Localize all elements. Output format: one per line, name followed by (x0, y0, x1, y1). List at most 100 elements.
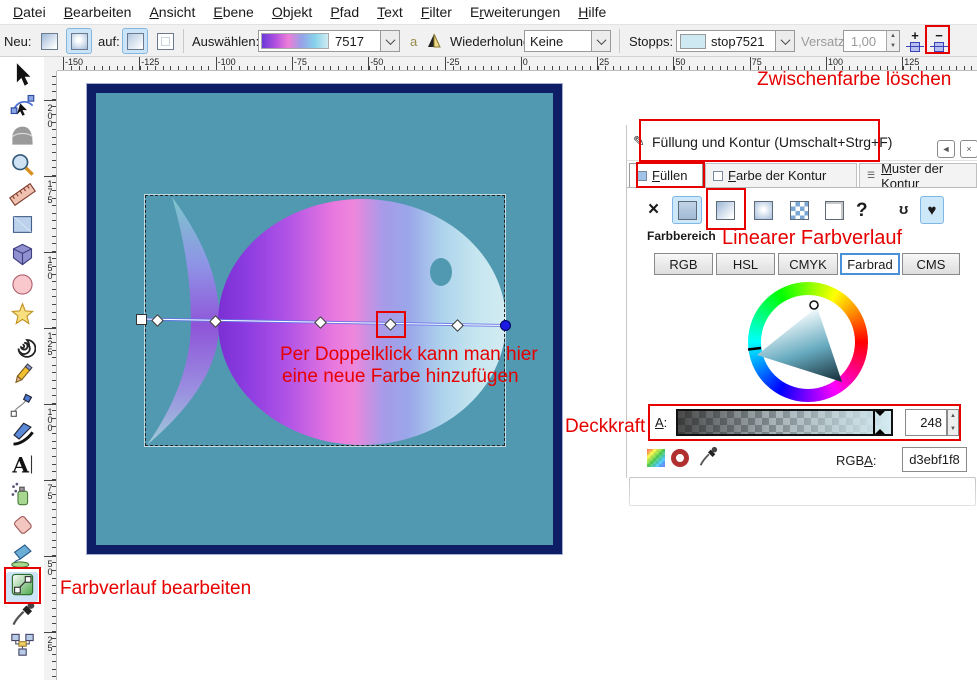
tool-dropper[interactable] (6, 602, 38, 632)
annotation-opacity: Deckkraft (565, 416, 645, 438)
tab-stroke-paint[interactable]: Farbe der Kontur (705, 163, 857, 188)
tool-bezier-pen[interactable] (6, 392, 38, 422)
alpha-value-input[interactable]: 248 (905, 409, 947, 436)
chevron-down-icon[interactable] (380, 31, 399, 51)
spinner-arrows-icon[interactable]: ▲▼ (886, 31, 899, 51)
add-stop-button[interactable]: + (904, 28, 926, 55)
fill-flat-color-button[interactable] (672, 196, 702, 224)
fill-rule-nonzero-button[interactable]: ♥ (920, 196, 944, 224)
chevron-down-icon[interactable] (591, 31, 610, 51)
gradient-name: 7517 (335, 34, 364, 49)
tab-divider (627, 187, 977, 188)
menu-item-ansicht[interactable]: Ansicht (140, 4, 204, 20)
stop-select-combo[interactable]: stop7521 (676, 30, 795, 52)
spinner-arrows-icon: ▲▼ (948, 410, 958, 435)
menu-item-filter[interactable]: Filter (412, 4, 461, 20)
slider-handle-icon[interactable] (873, 411, 885, 434)
tool-calligraphy[interactable] (6, 422, 38, 452)
menu-bar: DateiBearbeitenAnsichtEbeneObjektPfadTex… (0, 0, 977, 25)
ruler-major-tick (63, 57, 64, 70)
tool-zoom[interactable] (6, 152, 38, 182)
tool-connector[interactable] (6, 632, 38, 662)
tool-eraser[interactable] (6, 512, 38, 542)
tab-fill[interactable]: Füllen (629, 163, 703, 188)
fill-linear-gradient-button[interactable] (710, 196, 740, 224)
alpha-spinner[interactable]: ▲▼ (947, 409, 959, 436)
remove-stop-button[interactable]: − (928, 28, 950, 55)
fill-rule-evenodd-button[interactable]: ʊ (899, 201, 908, 218)
edit-gradient-icon[interactable] (426, 33, 443, 49)
dialog-title-bar[interactable]: ✎ Füllung und Kontur (Umschalt+Strg+F) ◄… (627, 127, 977, 161)
menu-item-bearbeiten[interactable]: Bearbeiten (55, 4, 141, 20)
fill-none-button[interactable]: × (648, 199, 659, 221)
saturation-value-triangle[interactable] (748, 282, 868, 402)
lock-icon[interactable]: a (410, 34, 417, 49)
select-label: Auswählen: (192, 34, 259, 49)
repeat-combo[interactable]: Keine (524, 30, 611, 52)
menu-item-pfad[interactable]: Pfad (321, 4, 368, 20)
annotation-linear-gradient: Linearer Farbverlauf (722, 227, 902, 250)
gradient-stop-handle-square[interactable] (136, 314, 147, 325)
alpha-slider[interactable] (676, 409, 893, 436)
new-radial-gradient-button[interactable] (66, 28, 92, 54)
fill-pattern-button[interactable] (784, 196, 814, 224)
ruler-major-tick (445, 57, 446, 70)
gradient-select-combo[interactable]: 7517 (258, 30, 400, 52)
chevron-down-icon[interactable] (775, 31, 794, 51)
ruler-major-tick (44, 100, 56, 101)
tool-text[interactable]: A (6, 452, 38, 482)
tool-star[interactable] (6, 302, 38, 332)
gradient-stop-handle-circle[interactable] (500, 320, 511, 331)
mode-button-cmyk[interactable]: CMYK (778, 253, 838, 275)
ruler-major-tick (750, 57, 751, 70)
gradient-icon (9, 571, 36, 603)
apply-to-fill-button[interactable] (122, 28, 148, 54)
rgba-value-input[interactable]: d3ebf1f8 (902, 447, 967, 472)
ruler-label: -50 (370, 57, 383, 67)
fill-radial-gradient-button[interactable] (748, 196, 778, 224)
mode-button-hsl[interactable]: HSL (716, 253, 775, 275)
tool-gradient[interactable] (6, 572, 38, 602)
mode-button-rgb[interactable]: RGB (654, 253, 713, 275)
mode-button-cms[interactable]: CMS (902, 253, 960, 275)
tool-spray[interactable] (6, 482, 38, 512)
vertical-ruler[interactable]: 200175150125100755025 (44, 57, 57, 680)
tool-paint-bucket[interactable] (6, 542, 38, 572)
tab-label: Muster der Kontur (881, 161, 969, 191)
close-icon[interactable]: × (960, 140, 977, 158)
menu-item-objekt[interactable]: Objekt (263, 4, 321, 20)
menu-item-text[interactable]: Text (368, 4, 412, 20)
menu-item-datei[interactable]: Datei (4, 4, 55, 20)
collapse-button[interactable]: ◄ (937, 140, 955, 158)
tool-box-3d[interactable] (6, 242, 38, 272)
offset-spinbox[interactable]: 1,00 ▲▼ (843, 30, 900, 52)
apply-to-stroke-button[interactable] (152, 28, 178, 54)
tab-stroke-style[interactable]: ☰ Muster der Kontur (859, 163, 977, 188)
flat-color-icon (678, 201, 697, 220)
tool-measure[interactable] (6, 182, 38, 212)
menu-item-ebene[interactable]: Ebene (204, 4, 263, 20)
tab-label: Farbe der Kontur (728, 168, 826, 183)
tool-pencil[interactable] (6, 362, 38, 392)
fill-swatch-button[interactable] (819, 196, 849, 224)
ruler-label: 150 (45, 255, 55, 279)
ruler-major-tick (44, 328, 56, 329)
ruler-label: 50 (45, 559, 55, 575)
tool-tweak[interactable] (6, 122, 38, 152)
fill-unknown-button[interactable]: ? (856, 200, 868, 222)
stop-name: stop7521 (711, 34, 765, 49)
dropper-icon[interactable] (697, 446, 719, 468)
new-linear-gradient-button[interactable] (36, 28, 62, 54)
radial-gradient-icon (71, 33, 88, 50)
menu-item-erweiterungen[interactable]: Erweiterungen (461, 4, 569, 20)
tool-rectangle[interactable] (6, 212, 38, 242)
menu-item-hilfe[interactable]: Hilfe (569, 4, 615, 20)
mode-button-farbrad[interactable]: Farbrad (840, 253, 900, 275)
tool-selector[interactable] (6, 62, 38, 92)
tool-spiral[interactable] (6, 332, 38, 362)
tool-ellipse[interactable] (6, 272, 38, 302)
svg-text:A: A (11, 453, 29, 478)
color-managed-icon[interactable] (647, 449, 665, 467)
tool-node-editor[interactable] (6, 92, 38, 122)
out-of-gamut-icon[interactable] (671, 449, 689, 467)
